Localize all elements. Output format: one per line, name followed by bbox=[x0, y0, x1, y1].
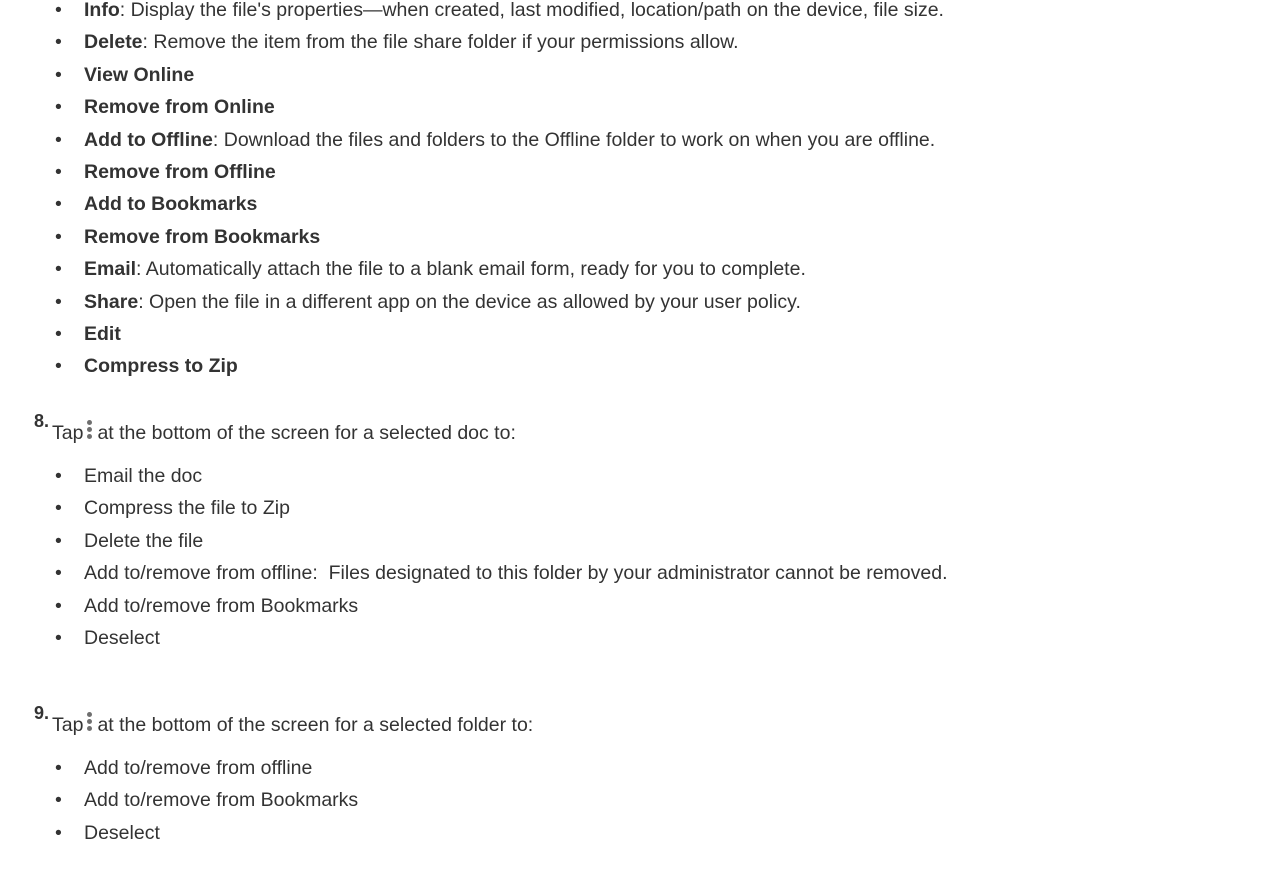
bullet: • bbox=[55, 128, 62, 151]
step-number: 8. bbox=[34, 411, 50, 431]
file-menu-options-list: • Info: Display the file's properties—whe… bbox=[55, 0, 944, 383]
option-description: : Remove the item from the file share fo… bbox=[142, 31, 739, 54]
list-item: • Remove from Bookmarks bbox=[55, 221, 944, 253]
list-item: • Add to Bookmarks bbox=[55, 188, 944, 220]
list-item: • Add to/remove from Bookmarks bbox=[55, 784, 359, 816]
bullet: • bbox=[55, 789, 62, 812]
bullet: • bbox=[55, 529, 62, 552]
list-item-text: Email the doc bbox=[84, 465, 203, 487]
list-item: • Add to Offline: Download the files and … bbox=[55, 124, 944, 156]
step-text: Tap at the bottom of the screen for a sel… bbox=[52, 420, 516, 444]
option-description: : Display the file's properties—when cre… bbox=[119, 0, 944, 21]
doc-actions-list: • Email the doc • Compress the file to Zip… bbox=[55, 460, 948, 654]
option-term: Compress to Zip bbox=[84, 355, 238, 378]
bullet: • bbox=[55, 627, 62, 650]
option-description: : Download the files and folders to the … bbox=[212, 128, 936, 151]
list-item-text: Deselect bbox=[84, 821, 160, 844]
step-9: 9. Tap at the bottom of the screen for a … bbox=[34, 703, 534, 737]
list-item-text: Delete the file bbox=[84, 529, 204, 552]
list-item: • Remove from Online bbox=[55, 91, 944, 123]
list-item-text: Add to/remove from Bookmarks bbox=[84, 789, 359, 812]
bullet: • bbox=[55, 821, 62, 844]
option-term: Add to Bookmarks bbox=[84, 193, 258, 216]
list-item: • Deselect bbox=[55, 622, 948, 654]
list-item-text: Compress the file to Zip bbox=[84, 497, 290, 520]
folder-actions-list: • Add to/remove from offline • Add to/remo… bbox=[55, 752, 359, 849]
list-item: • Info: Display the file's properties—whe… bbox=[55, 0, 944, 26]
step-text-after: at the bottom of the screen for a select… bbox=[97, 714, 534, 736]
bullet: • bbox=[55, 465, 62, 487]
bullet: • bbox=[55, 96, 62, 119]
list-item: • Add to/remove from Bookmarks bbox=[55, 590, 948, 622]
option-term: Share bbox=[84, 290, 139, 313]
list-item: • Add to/remove from offline: Files desig… bbox=[55, 557, 948, 589]
list-item: • Compress to Zip bbox=[55, 350, 944, 382]
step-8: 8. Tap at the bottom of the screen for a … bbox=[34, 411, 516, 445]
bullet: • bbox=[55, 258, 62, 281]
step-text-before: Tap bbox=[52, 422, 84, 444]
bullet: • bbox=[55, 290, 62, 313]
list-item: • Add to/remove from offline bbox=[55, 752, 358, 784]
list-item: • Edit bbox=[55, 318, 944, 350]
option-term: Add to Offline bbox=[84, 128, 213, 151]
bullet: • bbox=[55, 225, 62, 248]
list-item: • Delete the file bbox=[55, 525, 948, 557]
option-term: Delete bbox=[84, 31, 143, 54]
bullet: • bbox=[55, 31, 62, 54]
list-item: • Compress the file to Zip bbox=[55, 492, 948, 524]
step-text-after: at the bottom of the screen for a select… bbox=[97, 422, 516, 444]
list-item: • View Online bbox=[55, 59, 944, 91]
list-item: • Deselect bbox=[55, 817, 358, 849]
list-item: • Email: Automatically attach the file to… bbox=[55, 253, 944, 285]
bullet: • bbox=[55, 193, 62, 216]
document-page: • Info: Display the file's properties—whe… bbox=[0, 0, 1282, 874]
bullet: • bbox=[55, 757, 62, 779]
bullet: • bbox=[55, 594, 62, 617]
kebab-menu-icon bbox=[87, 420, 93, 440]
option-term: Remove from Online bbox=[84, 96, 275, 119]
bullet: • bbox=[55, 497, 62, 520]
option-description: : Automatically attach the file to a bla… bbox=[136, 258, 806, 281]
list-item-text: Add to/remove from offline: Files design… bbox=[84, 562, 948, 585]
option-term: Remove from Offline bbox=[84, 161, 276, 184]
kebab-menu-icon bbox=[87, 712, 93, 732]
bullet: • bbox=[55, 0, 62, 21]
option-description: : Open the file in a different app on th… bbox=[138, 290, 801, 313]
list-item: • Share: Open the file in a different app… bbox=[55, 286, 944, 318]
bullet: • bbox=[55, 161, 62, 184]
bullet: • bbox=[55, 562, 62, 585]
option-term: Remove from Bookmarks bbox=[84, 225, 321, 248]
option-term: Email bbox=[84, 258, 137, 281]
bullet: • bbox=[55, 323, 62, 346]
list-item: • Email the doc bbox=[55, 460, 948, 492]
option-term: Edit bbox=[84, 323, 121, 346]
step-text-before: Tap bbox=[52, 714, 84, 736]
bullet: • bbox=[55, 63, 62, 86]
step-text: Tap at the bottom of the screen for a sel… bbox=[52, 712, 534, 736]
step-number: 9. bbox=[34, 703, 50, 723]
list-item-text: Add to/remove from offline bbox=[84, 757, 313, 779]
bullet: • bbox=[55, 355, 62, 378]
option-term: Info bbox=[84, 0, 120, 21]
option-term: View Online bbox=[84, 63, 195, 86]
list-item: • Remove from Offline bbox=[55, 156, 944, 188]
list-item-text: Deselect bbox=[84, 627, 160, 650]
list-item: • Delete: Remove the item from the file s… bbox=[55, 26, 944, 58]
list-item-text: Add to/remove from Bookmarks bbox=[84, 594, 359, 617]
